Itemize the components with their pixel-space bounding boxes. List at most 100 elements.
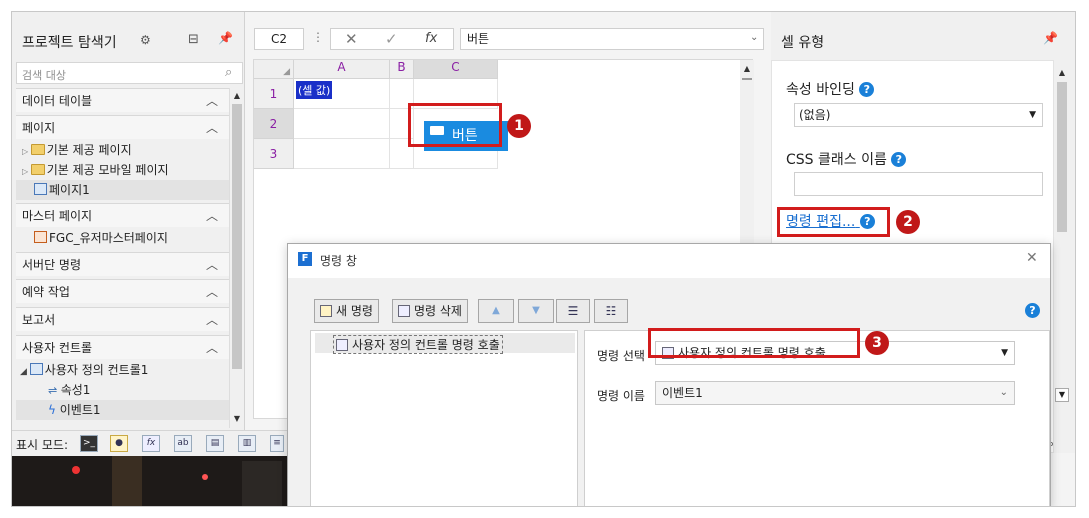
lightning-icon: ϟ [48,403,60,417]
app-logo-icon: F [298,252,312,266]
dialog-body: 새 명령 명령 삭제 ▲ ▼ ☰ ☷ ? 사용자 정의 컨트롤 명령 호출 명령… [288,278,1050,506]
explorer-scrollbar[interactable]: ▲ ▼ [229,88,243,428]
function-icon[interactable]: fx [425,31,437,46]
highlight-box-2 [777,207,890,237]
command-icon [336,339,348,351]
scroll-down-icon[interactable]: ▼ [232,414,242,424]
tree-item-builtin-mobile-pages[interactable]: ▷ 기본 제공 모바일 페이지 [22,160,169,180]
terminal-icon[interactable]: >_ [80,435,98,452]
chevron-up-icon[interactable]: ︿ [206,283,218,300]
more-icon[interactable]: ≡ [270,435,284,452]
command-list-item-label: 사용자 정의 컨트롤 명령 호출 [352,338,500,352]
cell-a3[interactable] [294,139,390,169]
step-badge-3: 3 [865,331,889,355]
command-list[interactable]: 사용자 정의 컨트롤 명령 호출 [310,330,578,506]
more-vertical-icon[interactable]: ⋮ [312,30,324,44]
command-select-label: 명령 선택 [597,349,645,363]
search-input[interactable]: 검색 대상 ⌕ [16,62,243,84]
formula-actions: ✕ ✓ fx [330,28,454,50]
formula-bar: C2 ⋮ ✕ ✓ fx 버튼 ⌄ [246,26,766,56]
step-badge-2: 2 [896,210,920,234]
new-command-label: 새 명령 [336,304,373,318]
section-label: 보고서 [22,313,56,327]
chevron-up-icon[interactable]: ︿ [206,119,218,136]
section-label: 페이지 [22,121,56,135]
delete-command-label: 명령 삭제 [414,304,462,318]
move-up-button[interactable]: ▲ [478,299,514,323]
highlight-box-1 [408,103,502,147]
scroll-up-icon[interactable]: ▲ [742,64,752,74]
check-icon[interactable]: ✓ [385,30,398,48]
tree-item-user-control1[interactable]: ◢ 사용자 정의 컨트롤1 [20,360,148,380]
cell-type-title: 셀 유형 [781,35,825,51]
tree-item-builtin-pages[interactable]: ▷ 기본 제공 페이지 [22,140,132,160]
chevron-up-icon[interactable]: ︿ [206,207,218,224]
binding-select[interactable]: (없음) ▼ [794,103,1043,127]
folder-icon [30,144,45,155]
formula-input[interactable]: 버튼 [460,28,764,50]
control-icon [29,363,43,375]
form-icon[interactable]: ▤ [206,435,224,452]
outdent-icon[interactable]: ☷ [594,299,628,323]
master-page-icon [34,231,47,243]
tree-item-event1[interactable]: ϟ 이벤트1 [48,400,101,420]
dialog-title: 명령 창 [320,254,357,268]
chevron-up-icon[interactable]: ︿ [206,339,218,356]
function-icon[interactable]: fx [142,435,160,452]
collapse-arrow-icon[interactable]: ◢ [20,367,30,377]
pin-icon[interactable]: 📌 [218,31,233,45]
chevron-up-icon[interactable]: ︿ [206,311,218,328]
tree-item-master-page[interactable]: FGC_유저마스터페이지 [34,228,168,248]
help-icon[interactable]: ? [891,152,907,167]
move-down-button[interactable]: ▼ [518,299,554,323]
delete-command-button[interactable]: 명령 삭제 [392,299,468,323]
tree-item-property1[interactable]: ⇌ 속성1 [48,380,90,400]
scroll-thumb[interactable] [1057,82,1067,232]
dropdown-arrow-icon: ▼ [1001,348,1008,358]
help-icon[interactable]: ? [1025,303,1040,318]
dropdown-arrow-icon: ▼ [1029,110,1036,120]
display-mode-toolbar: 표시 모드: >_ ● fx ab ▤ ▥ ≡ [12,430,292,456]
light-spot [202,474,208,480]
panel-scrollbar[interactable]: ▲ [1055,62,1069,402]
column-header-b[interactable]: B [390,60,414,79]
column-header-a[interactable]: A [294,60,390,79]
command-name-select[interactable]: 이벤트1 ⌄ [655,381,1015,405]
cell-a2[interactable] [294,109,390,139]
new-command-button[interactable]: 새 명령 [314,299,379,323]
photo-shape [242,461,282,506]
user-icon[interactable]: ● [110,435,128,452]
cell-value-label[interactable]: (셀 값) [296,81,333,99]
column-header-c[interactable]: C [414,60,498,79]
page-icon [34,183,47,195]
scroll-up-icon[interactable]: ▲ [232,91,242,101]
scroll-up-icon[interactable]: ▲ [1057,68,1067,78]
chart-icon[interactable]: ▥ [238,435,256,452]
collapse-icon[interactable]: ⊟ [188,32,199,47]
cancel-icon[interactable]: ✕ [345,30,358,48]
name-box[interactable]: C2 [254,28,304,50]
search-placeholder: 검색 대상 [22,69,66,82]
chevron-down-icon[interactable]: ⌄ [750,32,758,43]
select-all-corner[interactable]: ◢ [254,60,294,79]
css-class-input[interactable] [794,172,1043,196]
row-header-1[interactable]: 1 [254,79,294,109]
command-list-item[interactable]: 사용자 정의 컨트롤 명령 호출 [333,335,503,354]
css-class-label: CSS 클래스 이름 ? [786,149,907,169]
command-name-value: 이벤트1 [662,386,703,400]
help-icon[interactable]: ? [859,82,875,97]
scroll-down-icon[interactable]: ▼ [1055,388,1069,402]
chevron-up-icon[interactable]: ︿ [206,92,218,109]
expand-arrow-icon[interactable]: ▷ [22,147,31,156]
label-icon[interactable]: ab [174,435,192,452]
pin-icon[interactable]: 📌 [1043,31,1058,45]
gear-icon[interactable]: ⚙ [140,33,151,47]
indent-icon[interactable]: ☰ [556,299,590,323]
tree-item-page1[interactable]: 페이지1 [34,180,90,200]
row-header-3[interactable]: 3 [254,139,294,169]
row-header-2[interactable]: 2 [254,109,294,139]
chevron-up-icon[interactable]: ︿ [206,256,218,273]
close-icon[interactable]: ✕ [1026,250,1038,266]
expand-arrow-icon[interactable]: ▷ [22,167,31,176]
scroll-thumb[interactable] [232,104,242,369]
